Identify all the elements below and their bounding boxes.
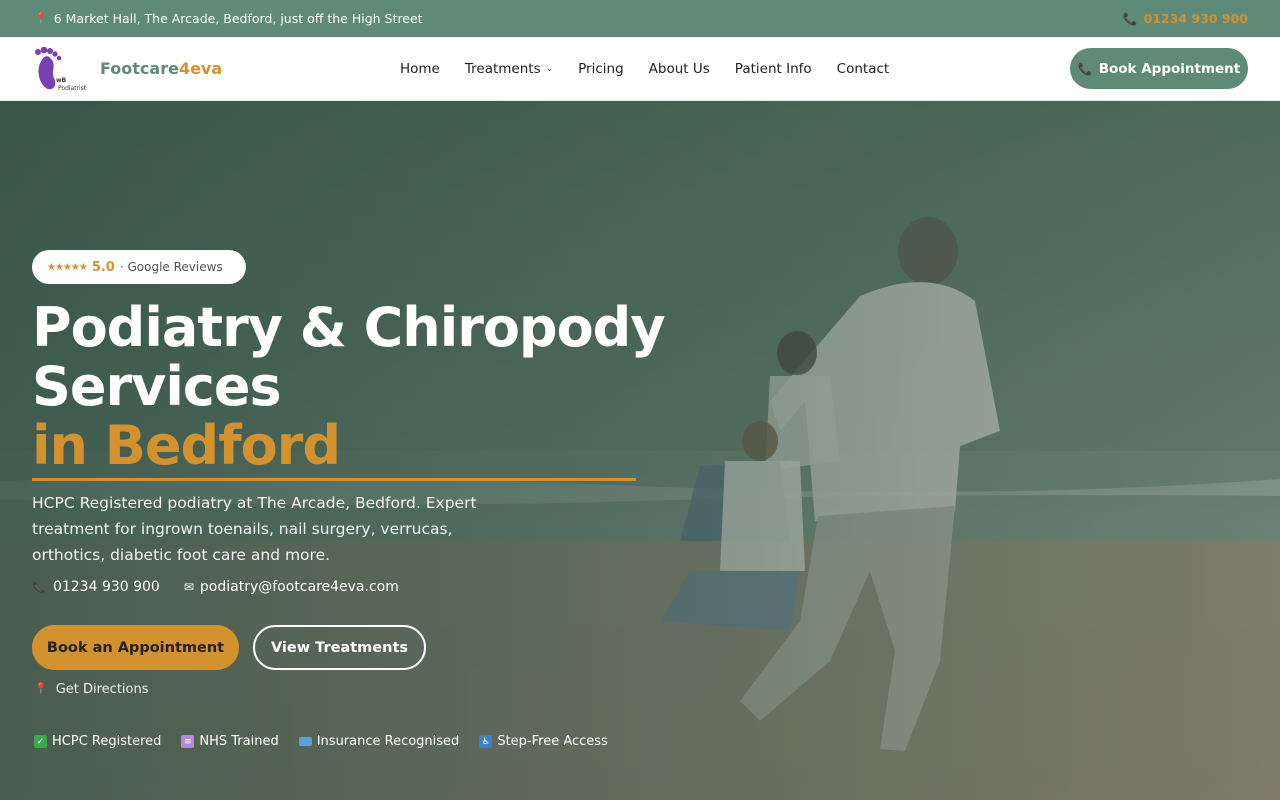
view-treatments-button[interactable]: View Treatments [253, 625, 426, 670]
logo[interactable]: wB Podiatrist Footcare4eva [32, 46, 332, 92]
book-appointment-button[interactable]: 📞 Book Appointment [1070, 48, 1248, 89]
nav-home[interactable]: Home [400, 61, 440, 77]
top-info-bar: 📍 6 Market Hall, The Arcade, Bedford, ju… [0, 0, 1280, 37]
google-rating-badge[interactable]: ★★★★★ 5.0 · Google Reviews [32, 250, 246, 284]
nav-pricing[interactable]: Pricing [578, 61, 624, 77]
phone-icon: 📞 [1077, 61, 1093, 76]
rating-source: · Google Reviews [119, 260, 223, 274]
address-line: 📍 6 Market Hall, The Arcade, Bedford, ju… [34, 11, 423, 26]
badge-hcpc: ✓ HCPC Registered [34, 734, 161, 749]
address-text: 6 Market Hall, The Arcade, Bedford, just… [53, 11, 423, 26]
trust-badges: ✓ HCPC Registered ≡ NHS Trained Insuranc… [34, 734, 608, 749]
top-phone-text[interactable]: 01234 930 900 [1144, 11, 1248, 26]
top-phone-link[interactable]: 📞 01234 930 900 [1123, 11, 1248, 26]
hero-email-link[interactable]: ✉ podiatry@footcare4eva.com [184, 579, 399, 595]
site-header: wB Podiatrist Footcare4eva Home Treatmen… [0, 37, 1280, 101]
card-icon [298, 737, 312, 746]
hero-title: Podiatry & Chiropody Services in Bedford [32, 296, 666, 477]
map-pin-icon: 📍 [34, 12, 48, 25]
nav-contact[interactable]: Contact [837, 61, 890, 77]
envelope-icon: ✉ [183, 580, 194, 594]
title-underline-divider [32, 478, 636, 481]
badge-insurance: Insurance Recognised [298, 734, 459, 749]
star-rating-icon: ★★★★★ [47, 261, 88, 273]
brand-name: Footcare4eva [100, 59, 223, 78]
foot-logo-icon: wB Podiatrist [32, 46, 90, 92]
hero-phone-link[interactable]: 📞 01234 930 900 [32, 579, 160, 595]
check-square-icon: ✓ [34, 735, 47, 748]
main-nav: Home Treatments ⌄ Pricing About Us Patien… [400, 61, 889, 77]
nav-patient-info[interactable]: Patient Info [735, 61, 812, 77]
hero-section: ★★★★★ 5.0 · Google Reviews Podiatry & Ch… [0, 101, 1280, 800]
badge-nhs: ≡ NHS Trained [181, 734, 279, 749]
get-directions-link[interactable]: 📍 Get Directions [34, 682, 149, 697]
map-pin-icon: 📍 [34, 682, 48, 695]
scroll-icon: ≡ [181, 735, 195, 748]
phone-icon: 📞 [1122, 11, 1138, 26]
nav-treatments[interactable]: Treatments ⌄ [465, 61, 553, 77]
phone-icon: 📞 [32, 580, 47, 594]
hero-contacts: 📞 01234 930 900 ✉ podiatry@footcare4eva.… [32, 579, 399, 595]
rating-score: 5.0 [91, 259, 115, 275]
hero-description: HCPC Registered podiatry at The Arcade, … [32, 494, 477, 564]
svg-text:wB: wB [56, 77, 67, 84]
svg-text:Podiatrist: Podiatrist [58, 85, 87, 92]
book-an-appointment-button[interactable]: Book an Appointment [32, 625, 239, 670]
badge-step-free: ♿ Step-Free Access [479, 734, 608, 749]
nav-about-us[interactable]: About Us [649, 61, 710, 77]
chevron-down-icon: ⌄ [545, 63, 554, 74]
wheelchair-icon: ♿ [479, 735, 493, 748]
